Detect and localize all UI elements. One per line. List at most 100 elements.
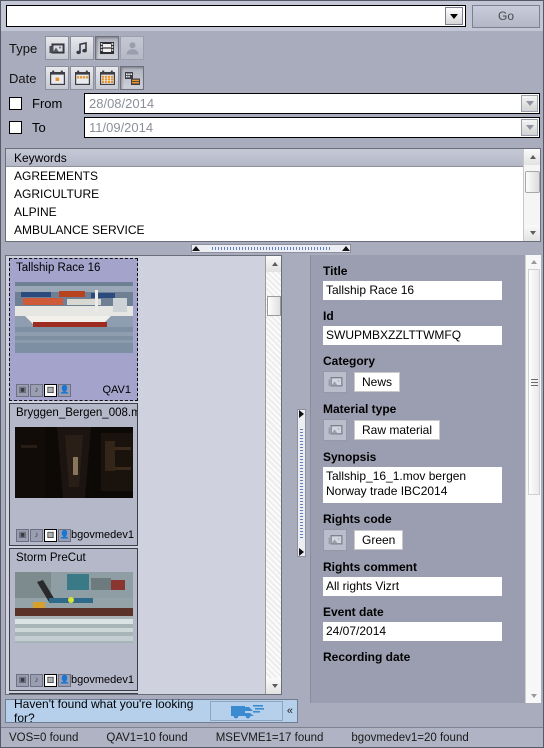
splitter-expand-up-icon[interactable] xyxy=(342,246,350,251)
field-title: Title Tallship Race 16 xyxy=(311,264,541,300)
from-date-field[interactable]: 28/08/2014 xyxy=(84,93,540,114)
chevron-down-glyph xyxy=(271,684,278,688)
calendar-week-icon[interactable] xyxy=(70,66,94,90)
keywords-scrollbar[interactable] xyxy=(523,149,540,241)
scroll-up-button[interactable] xyxy=(266,256,281,272)
image-icon[interactable] xyxy=(323,419,347,441)
scrollbar-grip xyxy=(530,378,538,386)
scroll-down-button[interactable] xyxy=(526,689,541,703)
results-grid-scrollbar[interactable] xyxy=(265,256,281,694)
keywords-header[interactable]: Keywords xyxy=(6,149,540,167)
chevron-down-icon[interactable] xyxy=(445,7,463,25)
list-item[interactable]: Tallship Race 16 ▣ ♪ ▥ 👤 QAV1 xyxy=(9,258,138,401)
field-label: Title xyxy=(323,264,348,278)
chevron-down-glyph xyxy=(525,101,534,106)
image-badge-icon: ▣ xyxy=(16,673,29,687)
field-label: Event date xyxy=(323,605,384,619)
scrollbar-thumb[interactable] xyxy=(528,269,540,495)
splitter-collapse-left-icon[interactable] xyxy=(299,410,304,418)
calendar-week-glyph xyxy=(74,70,90,85)
search-combobox[interactable] xyxy=(6,5,466,27)
to-date-row: To 11/09/2014 xyxy=(1,114,543,138)
audio-icon[interactable] xyxy=(70,36,94,60)
thumbnail-title: storm 2 xyxy=(10,694,137,695)
scroll-up-button[interactable] xyxy=(526,255,541,269)
field-event-date: Event date 24/07/2014 xyxy=(311,605,541,641)
person-icon xyxy=(120,36,144,60)
thumbnail-title: Bryggen_Bergen_008.m xyxy=(16,407,137,419)
video-badge-icon: ▥ xyxy=(44,528,57,542)
from-date-dropdown-icon[interactable] xyxy=(521,95,538,112)
material-type-row: Raw material xyxy=(323,419,529,441)
horizontal-splitter[interactable] xyxy=(191,244,351,253)
field-synopsis: Synopsis Tallship_16_1.mov bergen Norway… xyxy=(311,450,541,503)
calendar-month-icon[interactable] xyxy=(95,66,119,90)
scrollbar-thumb[interactable] xyxy=(525,171,540,193)
delivery-truck-icon[interactable] xyxy=(209,701,283,721)
event-date-value[interactable]: 24/07/2014 xyxy=(323,622,502,641)
field-label: Recording date xyxy=(323,650,411,664)
list-item[interactable]: AGREEMENTS xyxy=(6,167,540,185)
rights-code-value[interactable]: Green xyxy=(354,530,404,550)
scroll-up-button[interactable] xyxy=(524,149,540,165)
keywords-list[interactable]: AGREEMENTS AGRICULTURE ALPINE AMBULANCE … xyxy=(6,167,540,241)
scroll-down-button[interactable] xyxy=(524,225,540,241)
to-date-dropdown-icon[interactable] xyxy=(521,119,538,136)
scrollbar-thumb[interactable] xyxy=(267,296,281,316)
search-toolbar: Go xyxy=(1,1,543,31)
title-value[interactable]: Tallship Race 16 xyxy=(323,281,502,300)
thumbnail-title: Storm PreCut xyxy=(16,552,86,564)
from-date-checkbox[interactable] xyxy=(9,97,22,110)
from-label: From xyxy=(32,96,63,111)
status-bar: VOS=0 found QAV1=10 found MSEVME1=17 fou… xyxy=(1,727,543,747)
list-item[interactable]: Bryggen_Bergen_008.m ▣ ♪ ▥ 👤 bgovmedev1 xyxy=(9,403,138,546)
list-item[interactable]: ALPINE xyxy=(6,203,540,221)
list-item[interactable]: AGRICULTURE xyxy=(6,185,540,203)
calendar-day-glyph xyxy=(49,70,65,85)
to-date-field[interactable]: 11/09/2014 xyxy=(84,117,540,138)
list-item[interactable]: ANIMAL ILL TREATMENT xyxy=(6,239,540,241)
date-filter-row: Date xyxy=(1,60,543,90)
from-date-value: 28/08/2014 xyxy=(89,96,155,111)
field-material-type: Material type Raw material xyxy=(311,402,541,441)
image-icon[interactable] xyxy=(323,529,347,551)
field-label: Synopsis xyxy=(323,450,377,464)
calendar-range-icon[interactable] xyxy=(120,66,144,90)
splitter-expand-left-icon[interactable] xyxy=(299,548,304,556)
image-glyph xyxy=(328,535,342,545)
image-badge-icon: ▣ xyxy=(16,383,29,397)
results-grid: Tallship Race 16 ▣ ♪ ▥ 👤 QAV1 Bryggen_Be… xyxy=(5,255,282,695)
scroll-down-button[interactable] xyxy=(266,678,281,694)
category-value[interactable]: News xyxy=(354,372,401,392)
image-icon[interactable] xyxy=(323,371,347,393)
results-grid-inner: Tallship Race 16 ▣ ♪ ▥ 👤 QAV1 Bryggen_Be… xyxy=(6,256,266,694)
chevron-up-glyph xyxy=(271,262,278,266)
splitter-grip[interactable] xyxy=(212,247,330,250)
to-date-value: 11/09/2014 xyxy=(89,120,154,135)
image-icon[interactable] xyxy=(45,36,69,60)
field-category: Category News xyxy=(311,354,541,393)
vertical-splitter[interactable] xyxy=(297,409,306,557)
calendar-month-glyph xyxy=(99,70,115,85)
chevron-left-icon[interactable]: « xyxy=(287,705,293,717)
field-label: Material type xyxy=(323,402,397,416)
order-prompt-banner[interactable]: Haven't found what you're looking for? « xyxy=(5,697,298,725)
rights-comment-value[interactable]: All rights Vizrt xyxy=(323,577,502,596)
list-item[interactable]: AMBULANCE SERVICE xyxy=(6,221,540,239)
search-input[interactable] xyxy=(7,6,445,26)
splitter-grip[interactable] xyxy=(300,428,303,538)
splitter-collapse-up-icon[interactable] xyxy=(192,246,200,251)
video-icon[interactable] xyxy=(95,36,119,60)
material-type-value[interactable]: Raw material xyxy=(354,420,441,440)
list-item[interactable]: Storm PreCut ▣ ♪ ▥ 👤 bgovmedev1 xyxy=(9,548,138,691)
film-strip-glyph xyxy=(100,42,114,54)
list-item[interactable]: storm 2 xyxy=(9,693,138,695)
detail-scrollbar[interactable] xyxy=(525,255,541,703)
person-badge-icon: 👤 xyxy=(58,673,71,687)
synopsis-value[interactable]: Tallship_16_1.mov bergen Norway trade IB… xyxy=(323,467,502,503)
to-date-checkbox[interactable] xyxy=(9,121,22,134)
go-button[interactable]: Go xyxy=(472,4,540,28)
chevron-down-glyph xyxy=(531,694,537,698)
calendar-day-icon[interactable] xyxy=(45,66,69,90)
id-value[interactable]: SWUPMBXZZLTTWMFQ xyxy=(323,326,502,345)
